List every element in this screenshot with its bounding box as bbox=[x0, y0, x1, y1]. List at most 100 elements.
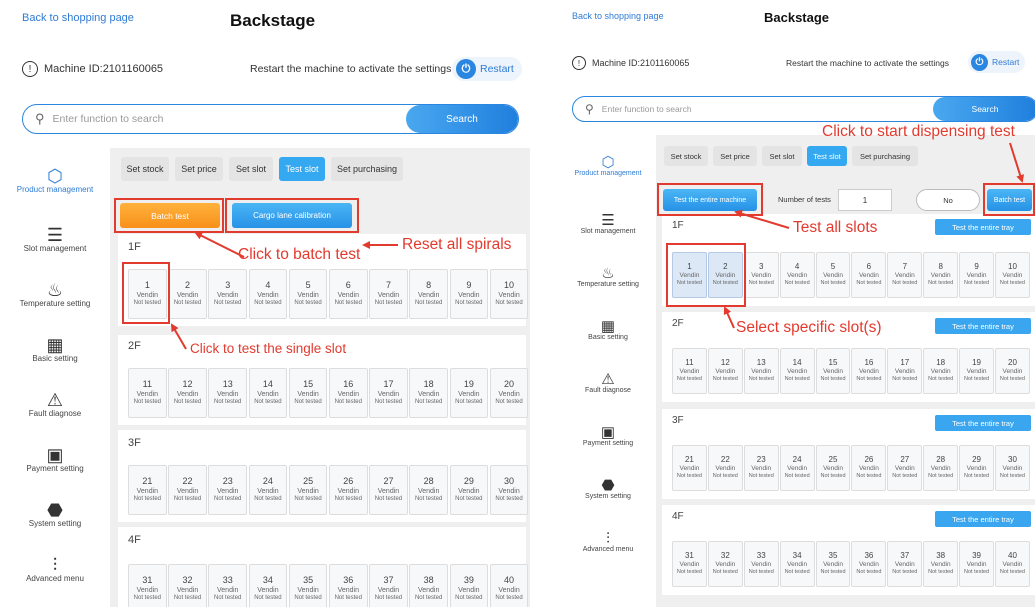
back-to-shopping-link[interactable]: Back to shopping page bbox=[22, 12, 134, 24]
slot-19[interactable]: 19 Vendin Not tested bbox=[449, 368, 489, 418]
test-entire-tray-button[interactable]: Test the entire tray bbox=[935, 318, 1031, 334]
batch-test-button[interactable]: Batch test bbox=[120, 203, 220, 228]
slot-13[interactable]: 13 Vendin Not tested bbox=[208, 368, 248, 418]
slot-32[interactable]: 32 Vendin Not tested bbox=[707, 541, 743, 587]
slot-1[interactable]: 1 Vendin Not tested bbox=[672, 252, 707, 298]
slot-6[interactable]: 6 Vendin Not tested bbox=[851, 252, 887, 298]
tab-set-stock[interactable]: Set stock bbox=[664, 146, 708, 166]
slot-29[interactable]: 29 Vendin Not tested bbox=[959, 445, 995, 491]
slot-25[interactable]: 25 Vendin Not tested bbox=[815, 445, 851, 491]
slot-4[interactable]: 4 Vendin Not tested bbox=[779, 252, 815, 298]
slot-9[interactable]: 9 Vendin Not tested bbox=[449, 269, 489, 319]
slot-24[interactable]: 24 Vendin Not tested bbox=[248, 465, 288, 515]
search-bar[interactable]: ⚲ Enter function to search Search bbox=[22, 104, 519, 134]
sidebar-item-slot-management[interactable]: ☰ Slot management bbox=[0, 212, 110, 267]
slot-14[interactable]: 14 Vendin Not tested bbox=[779, 348, 815, 394]
slot-2[interactable]: 2 Vendin Not tested bbox=[168, 269, 207, 319]
tab-set-price[interactable]: Set price bbox=[713, 146, 757, 166]
slot-18[interactable]: 18 Vendin Not tested bbox=[923, 348, 959, 394]
slot-35[interactable]: 35 Vendin Not tested bbox=[815, 541, 851, 587]
slot-2[interactable]: 2 Vendin Not tested bbox=[707, 252, 743, 298]
sidebar-item-fault-diagnose[interactable]: ⚠ Fault diagnose bbox=[560, 356, 656, 409]
slot-1[interactable]: 1 Vendin Not tested bbox=[128, 269, 167, 319]
restart-button[interactable]: ⏻ Restart bbox=[968, 51, 1026, 73]
slot-35[interactable]: 35 Vendin Not tested bbox=[288, 564, 328, 607]
sidebar-item-product-management[interactable]: ⬡ Product management bbox=[0, 148, 110, 212]
slot-22[interactable]: 22 Vendin Not tested bbox=[707, 445, 743, 491]
slot-13[interactable]: 13 Vendin Not tested bbox=[743, 348, 779, 394]
slot-36[interactable]: 36 Vendin Not tested bbox=[328, 564, 368, 607]
slot-33[interactable]: 33 Vendin Not tested bbox=[208, 564, 248, 607]
cargo-lane-calibration-button[interactable]: Cargo lane calibration bbox=[232, 203, 352, 228]
slot-21[interactable]: 21 Vendin Not tested bbox=[128, 465, 167, 515]
no-button[interactable]: No bbox=[916, 189, 980, 211]
slot-10[interactable]: 10 Vendin Not tested bbox=[489, 269, 529, 319]
slot-29[interactable]: 29 Vendin Not tested bbox=[449, 465, 489, 515]
sidebar-item-payment-setting[interactable]: ▣ Payment setting bbox=[0, 432, 110, 487]
slot-26[interactable]: 26 Vendin Not tested bbox=[328, 465, 368, 515]
tab-test-slot[interactable]: Test slot bbox=[279, 157, 325, 181]
slot-8[interactable]: 8 Vendin Not tested bbox=[409, 269, 448, 319]
slot-3[interactable]: 3 Vendin Not tested bbox=[743, 252, 779, 298]
slot-20[interactable]: 20 Vendin Not tested bbox=[995, 348, 1030, 394]
search-input[interactable]: Enter function to search bbox=[53, 113, 406, 125]
search-button[interactable]: Search bbox=[406, 105, 518, 133]
slot-36[interactable]: 36 Vendin Not tested bbox=[851, 541, 887, 587]
sidebar-item-temperature-setting[interactable]: ♨ Temperature setting bbox=[0, 267, 110, 322]
slot-23[interactable]: 23 Vendin Not tested bbox=[208, 465, 248, 515]
slot-5[interactable]: 5 Vendin Not tested bbox=[815, 252, 851, 298]
slot-12[interactable]: 12 Vendin Not tested bbox=[168, 368, 207, 418]
tab-set-price[interactable]: Set price bbox=[175, 157, 223, 181]
slot-38[interactable]: 38 Vendin Not tested bbox=[409, 564, 448, 607]
sidebar-item-advanced-menu[interactable]: ⫶ Advanced menu bbox=[0, 542, 110, 597]
slot-8[interactable]: 8 Vendin Not tested bbox=[923, 252, 959, 298]
search-input[interactable]: Enter function to search bbox=[602, 104, 933, 114]
test-entire-machine-button[interactable]: Test the entire machine bbox=[663, 189, 757, 211]
slot-27[interactable]: 27 Vendin Not tested bbox=[887, 445, 923, 491]
slot-19[interactable]: 19 Vendin Not tested bbox=[959, 348, 995, 394]
slot-25[interactable]: 25 Vendin Not tested bbox=[288, 465, 328, 515]
slot-3[interactable]: 3 Vendin Not tested bbox=[208, 269, 248, 319]
slot-23[interactable]: 23 Vendin Not tested bbox=[743, 445, 779, 491]
test-entire-tray-button[interactable]: Test the entire tray bbox=[935, 511, 1031, 527]
slot-20[interactable]: 20 Vendin Not tested bbox=[489, 368, 529, 418]
sidebar-item-system-setting[interactable]: ⬣ System setting bbox=[560, 462, 656, 515]
slot-11[interactable]: 11 Vendin Not tested bbox=[672, 348, 707, 394]
slot-31[interactable]: 31 Vendin Not tested bbox=[672, 541, 707, 587]
slot-15[interactable]: 15 Vendin Not tested bbox=[288, 368, 328, 418]
slot-34[interactable]: 34 Vendin Not tested bbox=[779, 541, 815, 587]
slot-12[interactable]: 12 Vendin Not tested bbox=[707, 348, 743, 394]
batch-test-button[interactable]: Batch test bbox=[987, 189, 1032, 211]
sidebar-item-advanced-menu[interactable]: ⫶ Advanced menu bbox=[560, 515, 656, 568]
restart-button[interactable]: ⏻ Restart bbox=[452, 57, 522, 81]
sidebar-item-temperature-setting[interactable]: ♨ Temperature setting bbox=[560, 250, 656, 303]
back-to-shopping-link[interactable]: Back to shopping page bbox=[572, 11, 664, 21]
slot-17[interactable]: 17 Vendin Not tested bbox=[369, 368, 408, 418]
slot-4[interactable]: 4 Vendin Not tested bbox=[248, 269, 288, 319]
number-of-tests-input[interactable]: 1 bbox=[838, 189, 892, 211]
test-entire-tray-button[interactable]: Test the entire tray bbox=[935, 219, 1031, 235]
slot-11[interactable]: 11 Vendin Not tested bbox=[128, 368, 167, 418]
slot-21[interactable]: 21 Vendin Not tested bbox=[672, 445, 707, 491]
slot-28[interactable]: 28 Vendin Not tested bbox=[409, 465, 448, 515]
tab-set-slot[interactable]: Set slot bbox=[762, 146, 802, 166]
test-entire-tray-button[interactable]: Test the entire tray bbox=[935, 415, 1031, 431]
slot-14[interactable]: 14 Vendin Not tested bbox=[248, 368, 288, 418]
slot-22[interactable]: 22 Vendin Not tested bbox=[168, 465, 207, 515]
slot-37[interactable]: 37 Vendin Not tested bbox=[369, 564, 408, 607]
tab-test-slot[interactable]: Test slot bbox=[807, 146, 847, 166]
slot-10[interactable]: 10 Vendin Not tested bbox=[995, 252, 1030, 298]
slot-33[interactable]: 33 Vendin Not tested bbox=[743, 541, 779, 587]
slot-7[interactable]: 7 Vendin Not tested bbox=[369, 269, 408, 319]
slot-7[interactable]: 7 Vendin Not tested bbox=[887, 252, 923, 298]
slot-39[interactable]: 39 Vendin Not tested bbox=[449, 564, 489, 607]
slot-17[interactable]: 17 Vendin Not tested bbox=[887, 348, 923, 394]
slot-40[interactable]: 40 Vendin Not tested bbox=[995, 541, 1030, 587]
slot-32[interactable]: 32 Vendin Not tested bbox=[168, 564, 207, 607]
sidebar-item-system-setting[interactable]: ⬣ System setting bbox=[0, 487, 110, 542]
sidebar-item-product-management[interactable]: ⬡ Product management bbox=[560, 135, 656, 197]
sidebar-item-slot-management[interactable]: ☰ Slot management bbox=[560, 197, 656, 250]
slot-30[interactable]: 30 Vendin Not tested bbox=[995, 445, 1030, 491]
sidebar-item-basic-setting[interactable]: ▦ Basic setting bbox=[0, 322, 110, 377]
slot-38[interactable]: 38 Vendin Not tested bbox=[923, 541, 959, 587]
